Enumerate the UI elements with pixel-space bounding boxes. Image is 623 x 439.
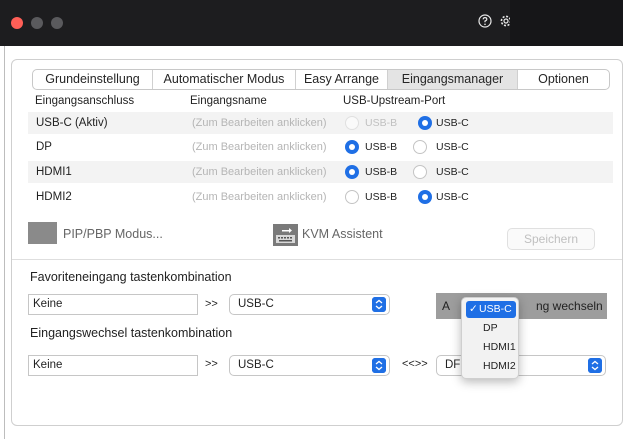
usb-b-label: USB-B bbox=[365, 141, 398, 153]
chevron-updown-icon bbox=[588, 358, 602, 373]
switch-input-button-right: ng wechseln bbox=[536, 299, 603, 313]
usb-b-radio[interactable] bbox=[345, 190, 359, 204]
input-port-name: HDMI2 bbox=[36, 191, 72, 203]
usb-c-radio[interactable] bbox=[418, 190, 432, 204]
switch-shortcut-field[interactable]: Keine bbox=[28, 355, 198, 376]
pip-mode-icon[interactable] bbox=[28, 222, 57, 244]
usb-b-label: USB-B bbox=[365, 191, 398, 203]
checkmark-icon: ✓ bbox=[469, 303, 478, 315]
dropdown-option-dp[interactable]: DP bbox=[466, 320, 516, 337]
input-port-name: HDMI1 bbox=[36, 166, 72, 178]
switch-input-button-left: A bbox=[442, 299, 451, 313]
switch-input-value: USB-C bbox=[238, 359, 274, 371]
minimize-button[interactable] bbox=[31, 17, 43, 29]
favorite-arrow: >> bbox=[205, 298, 218, 310]
usb-c-label: USB-C bbox=[436, 166, 469, 178]
switch-arrow: >> bbox=[205, 358, 218, 370]
title-bar bbox=[0, 0, 623, 46]
help-icon[interactable] bbox=[478, 14, 492, 28]
tab-bar: Grundeinstellung Automatischer Modus Eas… bbox=[32, 69, 610, 90]
dropdown-option-hdmi1[interactable]: HDMI1 bbox=[466, 339, 516, 356]
section-divider bbox=[12, 259, 622, 260]
input-name-field[interactable]: (Zum Bearbeiten anklicken) bbox=[192, 141, 327, 153]
swap-arrows: <<>> bbox=[402, 358, 428, 370]
input-dropdown-menu: ✓ USB-C DP HDMI1 HDMI2 bbox=[461, 297, 519, 379]
pip-mode-button[interactable]: PIP/PBP Modus... bbox=[63, 227, 163, 241]
dropdown-option-label: HDMI1 bbox=[483, 341, 516, 353]
input-row: DP (Zum Bearbeiten anklicken) USB-B USB-… bbox=[28, 136, 613, 158]
chevron-updown-icon bbox=[372, 297, 386, 312]
usb-b-label: USB-B bbox=[365, 117, 398, 129]
tab-easy-arrange[interactable]: Easy Arrange bbox=[296, 70, 388, 89]
dropdown-option-label: USB-C bbox=[479, 303, 512, 315]
input-name-field[interactable]: (Zum Bearbeiten anklicken) bbox=[192, 191, 327, 203]
usb-c-label: USB-C bbox=[436, 117, 469, 129]
usb-c-label: USB-C bbox=[436, 191, 469, 203]
input-name-field[interactable]: (Zum Bearbeiten anklicken) bbox=[192, 117, 327, 129]
column-header-name: Eingangsname bbox=[190, 95, 267, 107]
tab-eingangsmanager[interactable]: Eingangsmanager bbox=[388, 70, 518, 89]
input-port-name: USB-C (Aktiv) bbox=[36, 117, 108, 129]
tab-automatischer-modus[interactable]: Automatischer Modus bbox=[153, 70, 296, 89]
dropdown-option-hdmi2[interactable]: HDMI2 bbox=[466, 358, 516, 375]
input-row: USB-C (Aktiv) (Zum Bearbeiten anklicken)… bbox=[28, 112, 613, 134]
input-row: HDMI2 (Zum Bearbeiten anklicken) USB-B U… bbox=[28, 186, 613, 208]
usb-b-radio[interactable] bbox=[345, 165, 359, 179]
favorite-shortcut-field[interactable]: Keine bbox=[28, 294, 198, 315]
input-name-field[interactable]: (Zum Bearbeiten anklicken) bbox=[192, 166, 327, 178]
tab-grundeinstellung[interactable]: Grundeinstellung bbox=[33, 70, 153, 89]
switch-input-select[interactable]: USB-C bbox=[229, 355, 390, 376]
switch-shortcut-label: Eingangswechsel tastenkombination bbox=[30, 326, 233, 340]
kvm-assistant-button[interactable]: KVM Assistent bbox=[302, 227, 383, 241]
switch-input2-value: DF bbox=[445, 359, 461, 371]
titlebar-dark-area bbox=[510, 0, 623, 46]
usb-c-label: USB-C bbox=[436, 141, 469, 153]
close-button[interactable] bbox=[11, 17, 23, 29]
favorite-shortcut-label: Favoriteneingang tastenkombination bbox=[30, 270, 232, 284]
chevron-updown-icon bbox=[372, 358, 386, 373]
dropdown-option-label: DP bbox=[483, 322, 498, 334]
input-port-name: DP bbox=[36, 141, 52, 153]
favorite-input-value: USB-C bbox=[238, 298, 274, 310]
usb-b-radio bbox=[345, 116, 359, 130]
input-row: HDMI1 (Zum Bearbeiten anklicken) USB-B U… bbox=[28, 161, 613, 183]
usb-b-radio[interactable] bbox=[345, 140, 359, 154]
usb-c-radio[interactable] bbox=[413, 140, 427, 154]
usb-c-radio[interactable] bbox=[418, 116, 432, 130]
dropdown-option-usb-c[interactable]: ✓ USB-C bbox=[466, 301, 516, 318]
zoom-button[interactable] bbox=[51, 17, 63, 29]
usb-c-radio[interactable] bbox=[413, 165, 427, 179]
column-header-upstream: USB-Upstream-Port bbox=[343, 95, 446, 107]
favorite-input-select[interactable]: USB-C bbox=[229, 294, 390, 315]
tab-optionen[interactable]: Optionen bbox=[518, 70, 609, 89]
column-header-port: Eingangsanschluss bbox=[35, 95, 135, 107]
save-button[interactable]: Speichern bbox=[507, 228, 595, 250]
kvm-icon[interactable] bbox=[273, 224, 298, 246]
usb-b-label: USB-B bbox=[365, 166, 398, 178]
dropdown-option-label: HDMI2 bbox=[483, 360, 516, 372]
